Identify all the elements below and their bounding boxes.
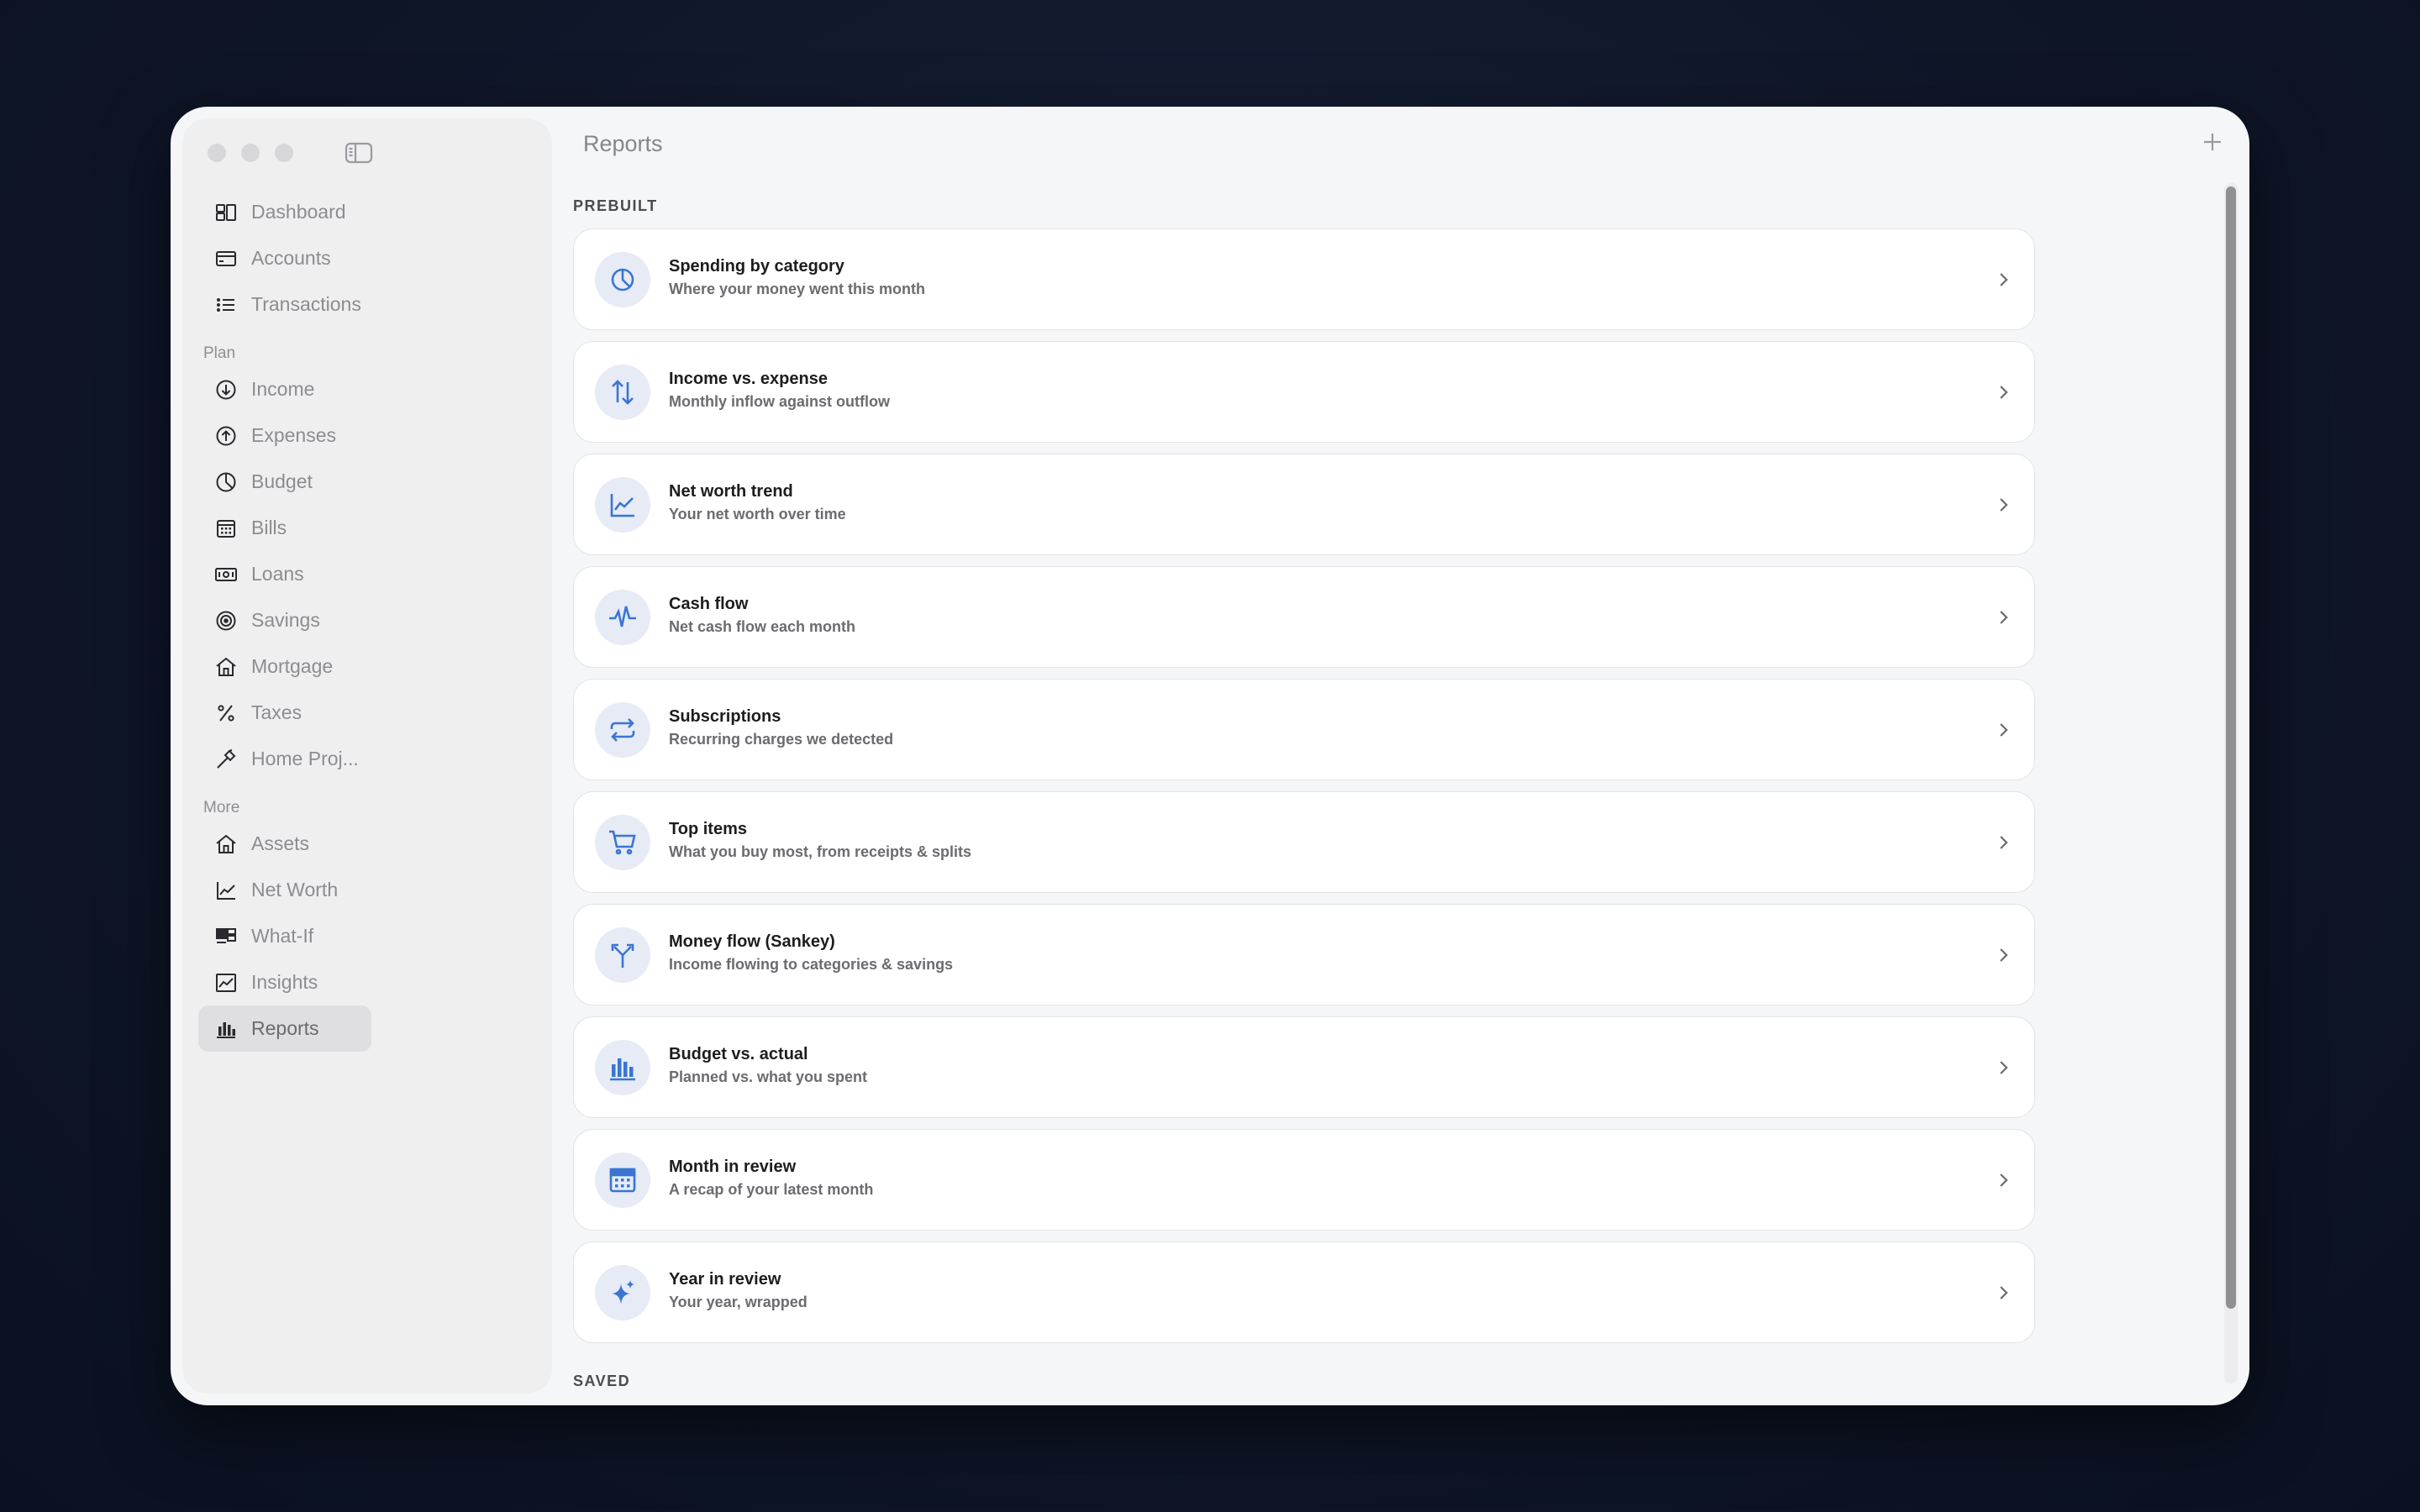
cart-icon <box>595 815 650 870</box>
report-subtitle: Recurring charges we detected <box>669 731 894 748</box>
report-title: Spending by category <box>669 257 844 276</box>
chevron-right-icon <box>1994 721 2012 739</box>
report-subtitle: Planned vs. what you spent <box>669 1068 868 1085</box>
chevron-right-icon <box>1994 1058 2012 1077</box>
arrows-up-down-icon <box>595 365 650 420</box>
report-title: Net worth trend <box>669 482 793 501</box>
chevron-right-icon <box>1994 946 2012 964</box>
section-heading-saved: SAVED <box>573 1373 631 1389</box>
report-card-month-in-review[interactable]: Month in review A recap of your latest m… <box>573 1129 2035 1231</box>
chevron-right-icon <box>1994 608 2012 627</box>
report-title: Income vs. expense <box>669 370 828 388</box>
report-subtitle: Monthly inflow against outflow <box>669 393 890 410</box>
report-card-top-items[interactable]: Top items What you buy most, from receip… <box>573 791 2035 893</box>
report-card-spending-by-category[interactable]: Spending by category Where your money we… <box>573 228 2035 330</box>
chevron-right-icon <box>1994 1171 2012 1189</box>
report-title: Year in review <box>669 1270 781 1289</box>
report-card-income-vs-expense[interactable]: Income vs. expense Monthly inflow agains… <box>573 341 2035 443</box>
report-card-year-in-review[interactable]: Year in review Your year, wrapped <box>573 1242 2035 1343</box>
bar-chart-icon <box>595 1040 650 1095</box>
split-icon <box>595 927 650 983</box>
report-title: Money flow (Sankey) <box>669 932 835 951</box>
chevron-right-icon <box>1994 496 2012 514</box>
report-card-budget-vs-actual[interactable]: Budget vs. actual Planned vs. what you s… <box>573 1016 2035 1118</box>
report-card-cash-flow[interactable]: Cash flow Net cash flow each month <box>573 566 2035 668</box>
sparkles-icon <box>595 1265 650 1320</box>
report-subtitle: Income flowing to categories & savings <box>669 956 954 973</box>
report-card-money-flow[interactable]: Money flow (Sankey) Income flowing to ca… <box>573 904 2035 1005</box>
report-title: Subscriptions <box>669 707 781 726</box>
app-window: Dashboard Accounts Transactions Plan Inc… <box>171 107 2249 1405</box>
pulse-icon <box>595 590 650 645</box>
report-subtitle: Net cash flow each month <box>669 618 856 635</box>
report-subtitle: Your net worth over time <box>669 506 846 522</box>
chevron-right-icon <box>1994 833 2012 852</box>
report-subtitle: Your year, wrapped <box>669 1294 808 1310</box>
scrollbar-thumb[interactable] <box>2226 186 2236 1309</box>
report-subtitle: A recap of your latest month <box>669 1181 874 1198</box>
calendar-icon <box>595 1152 650 1208</box>
report-title: Cash flow <box>669 595 749 613</box>
chevron-right-icon <box>1994 1284 2012 1302</box>
report-title: Budget vs. actual <box>669 1045 808 1063</box>
report-subtitle: Where your money went this month <box>669 281 926 297</box>
report-card-subscriptions[interactable]: Subscriptions Recurring charges we detec… <box>573 679 2035 780</box>
pie-chart-icon <box>595 252 650 307</box>
repeat-icon <box>595 702 650 758</box>
line-chart-icon <box>595 477 650 533</box>
main-content: PREBUILT Spending by category Where your… <box>171 107 2249 1405</box>
section-heading-prebuilt: PREBUILT <box>573 197 658 214</box>
report-list: Spending by category Where your money we… <box>573 228 2035 1354</box>
report-card-net-worth-trend[interactable]: Net worth trend Your net worth over time <box>573 454 2035 555</box>
report-title: Month in review <box>669 1158 797 1176</box>
chevron-right-icon <box>1994 270 2012 289</box>
chevron-right-icon <box>1994 383 2012 402</box>
report-subtitle: What you buy most, from receipts & split… <box>669 843 972 860</box>
report-title: Top items <box>669 820 747 838</box>
